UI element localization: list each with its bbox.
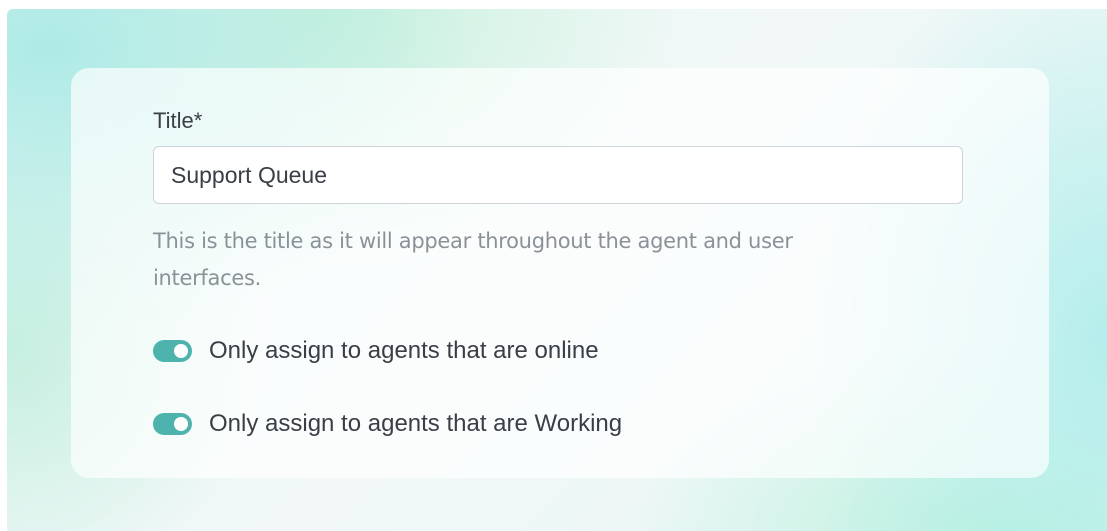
working-agents-toggle[interactable] xyxy=(153,413,192,435)
online-agents-toggle[interactable] xyxy=(153,340,192,362)
settings-card: Title* This is the title as it will appe… xyxy=(71,68,1049,478)
online-agents-toggle-row[interactable]: Only assign to agents that are online xyxy=(153,336,599,366)
title-help-text: This is the title as it will appear thro… xyxy=(153,229,793,290)
background-panel: Title* This is the title as it will appe… xyxy=(7,9,1107,531)
toggle-knob xyxy=(174,417,188,431)
working-agents-toggle-label: Only assign to agents that are Working xyxy=(209,410,623,437)
title-field-label: Title* xyxy=(153,108,203,133)
title-input[interactable] xyxy=(153,146,963,204)
working-agents-toggle-row[interactable]: Only assign to agents that are Working xyxy=(153,409,622,439)
online-agents-toggle-label: Only assign to agents that are online xyxy=(209,337,599,364)
toggle-knob xyxy=(174,344,188,358)
